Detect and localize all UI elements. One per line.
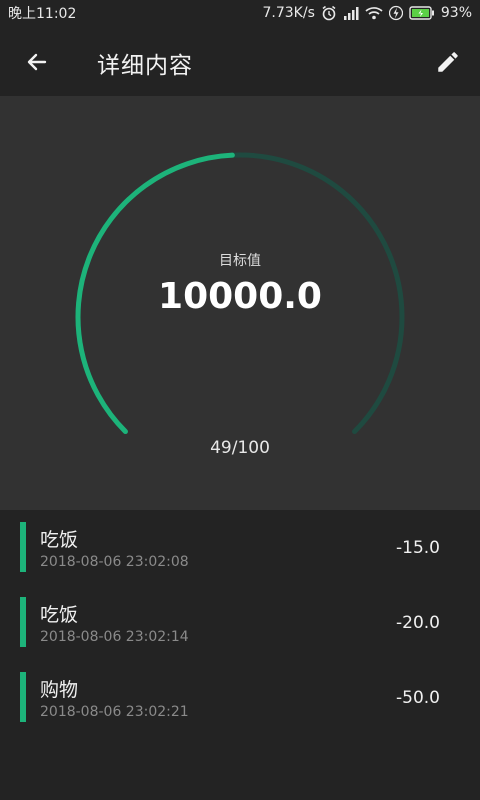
gauge-progress-text: 49/100 — [210, 438, 270, 458]
pencil-icon — [438, 52, 458, 72]
gauge-value: 10000.0 — [158, 276, 322, 317]
list-item-accent-bar — [20, 672, 26, 722]
back-button[interactable] — [22, 47, 52, 77]
signal-icon — [343, 6, 359, 20]
list-item-name: 购物 — [40, 679, 79, 701]
list-item-time: 2018-08-06 23:02:21 — [40, 704, 189, 720]
charging-icon — [388, 5, 403, 21]
gauge-panel: 目标值 10000.0 49/100 — [0, 96, 480, 510]
list-item-name: 吃饭 — [40, 604, 79, 626]
battery-percent: 93% — [440, 5, 472, 21]
status-time: 晚上11:02 — [8, 6, 77, 22]
list-item-time: 2018-08-06 23:02:08 — [40, 554, 189, 570]
network-speed: 7.73K/s — [262, 5, 315, 21]
edit-button[interactable] — [432, 46, 464, 78]
battery-icon — [409, 6, 435, 20]
page-title: 详细内容 — [97, 53, 193, 79]
list-item-amount: -15.0 — [396, 538, 440, 558]
arrow-left-icon — [27, 53, 47, 71]
list-item[interactable]: 吃饭 2018-08-06 23:02:08 -15.0 — [0, 510, 480, 585]
list-item[interactable]: 购物 2018-08-06 23:02:21 -50.0 — [0, 660, 480, 735]
status-icons: 7.73K/s 93% — [263, 5, 473, 21]
wifi-icon — [365, 6, 383, 20]
list-item-name: 吃饭 — [40, 529, 79, 551]
list-item-accent-bar — [20, 522, 26, 572]
status-bar: 晚上11:02 7.73K/s 93% — [0, 0, 480, 26]
app-bar: 详细内容 — [0, 26, 480, 96]
alarm-icon — [321, 5, 337, 21]
list-item-amount: -50.0 — [396, 688, 440, 708]
list-item-amount: -20.0 — [396, 613, 440, 633]
list-item[interactable]: 吃饭 2018-08-06 23:02:14 -20.0 — [0, 585, 480, 660]
gauge-label: 目标值 — [219, 253, 261, 269]
record-list: 吃饭 2018-08-06 23:02:08 -15.0 吃饭 2018-08-… — [0, 510, 480, 735]
list-item-accent-bar — [20, 597, 26, 647]
list-item-time: 2018-08-06 23:02:14 — [40, 629, 189, 645]
